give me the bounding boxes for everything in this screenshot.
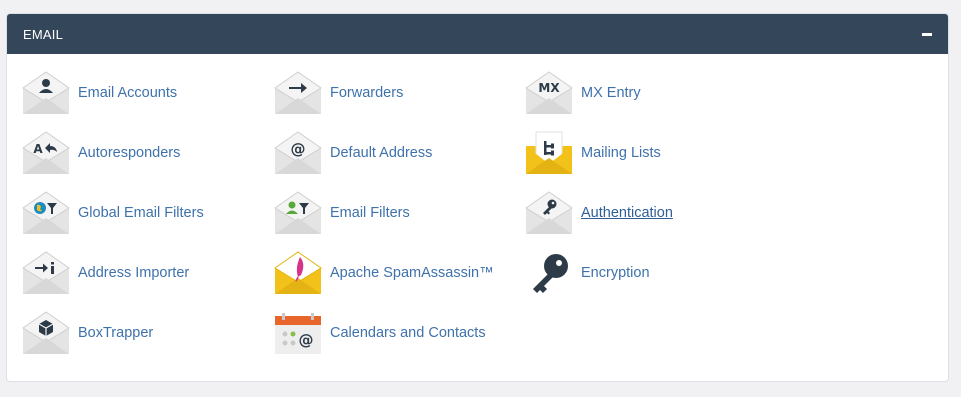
item-label: Global Email Filters <box>78 205 204 221</box>
panel-title: EMAIL <box>23 26 64 42</box>
item-label: Apache SpamAssassin™ <box>330 265 494 281</box>
at-sign-envelope-icon: @ <box>273 128 323 178</box>
feather-envelope-icon <box>273 248 323 298</box>
item-label: Email Accounts <box>78 85 178 101</box>
calendar-icon: @ <box>273 308 323 358</box>
collapse-button[interactable] <box>920 27 934 41</box>
forward-arrow-envelope-icon <box>273 68 323 118</box>
box-envelope-icon <box>21 308 71 358</box>
default-address-link[interactable]: @ Default Address <box>273 128 432 178</box>
item-label: BoxTrapper <box>78 325 154 341</box>
boxtrapper-link[interactable]: BoxTrapper <box>21 308 153 358</box>
calendars-contacts-link[interactable]: @ Calendars and Contacts <box>273 308 486 358</box>
item-label: Forwarders <box>330 85 404 101</box>
svg-text:@: @ <box>291 140 306 158</box>
email-accounts-link[interactable]: Email Accounts <box>21 68 177 118</box>
mailing-lists-link[interactable]: Mailing Lists <box>524 128 661 178</box>
item-label: Authentication <box>581 205 673 221</box>
authentication-link[interactable]: Authentication <box>524 188 673 238</box>
globe-filter-envelope-icon <box>21 188 71 238</box>
encryption-link[interactable]: Encryption <box>524 248 650 298</box>
item-label: Mailing Lists <box>581 145 661 161</box>
item-label: Email Filters <box>330 205 410 221</box>
forwarders-link[interactable]: Forwarders <box>273 68 403 118</box>
key-icon <box>524 248 574 298</box>
email-panel: EMAIL Email Accounts Forwarders MX MX En… <box>6 13 949 382</box>
mailing-list-envelope-icon <box>524 128 574 178</box>
mx-envelope-icon: MX <box>524 68 574 118</box>
item-label: Default Address <box>330 145 433 161</box>
item-label: Calendars and Contacts <box>330 325 486 341</box>
minus-icon <box>922 32 932 36</box>
svg-text:@: @ <box>299 331 314 349</box>
mx-entry-link[interactable]: MX MX Entry <box>524 68 641 118</box>
user-envelope-icon <box>21 68 71 118</box>
autoresponders-link[interactable]: A Autoresponders <box>21 128 180 178</box>
item-label: Encryption <box>581 265 650 281</box>
panel-header[interactable]: EMAIL <box>7 14 948 54</box>
svg-text:A: A <box>33 142 43 156</box>
import-envelope-icon <box>21 248 71 298</box>
svg-text:MX: MX <box>538 81 560 95</box>
address-importer-link[interactable]: Address Importer <box>21 248 189 298</box>
key-envelope-icon <box>524 188 574 238</box>
item-label: Autoresponders <box>78 145 181 161</box>
apache-spamassassin-link[interactable]: Apache SpamAssassin™ <box>273 248 494 298</box>
email-filters-link[interactable]: Email Filters <box>273 188 410 238</box>
user-filter-envelope-icon <box>273 188 323 238</box>
global-email-filters-link[interactable]: Global Email Filters <box>21 188 204 238</box>
autoresponder-envelope-icon: A <box>21 128 71 178</box>
item-label: MX Entry <box>581 85 641 101</box>
item-label: Address Importer <box>78 265 190 281</box>
